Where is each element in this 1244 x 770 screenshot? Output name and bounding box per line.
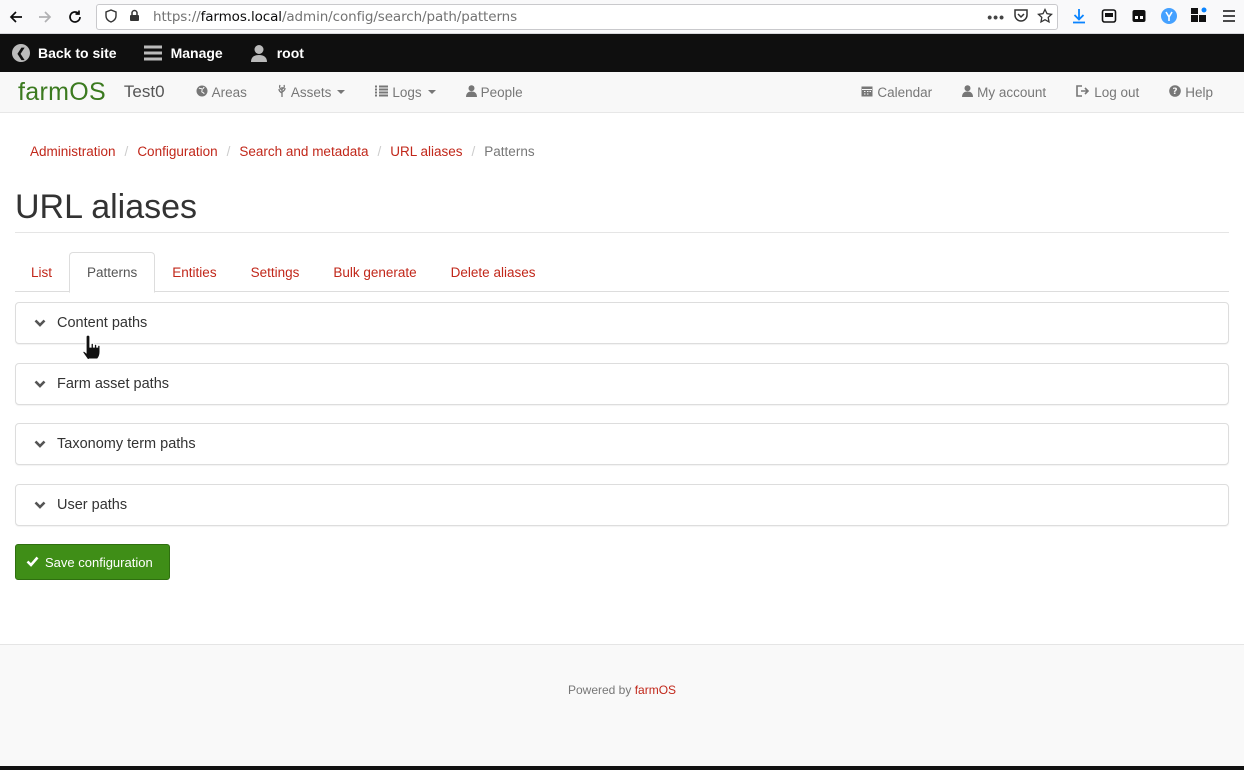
tab-bulk-generate[interactable]: Bulk generate (316, 252, 433, 292)
breadcrumb-search-and-metadata[interactable]: Search and metadata (239, 144, 368, 159)
url-text: https://farmos.local/admin/config/search… (153, 9, 518, 25)
nav-log-out-label: Log out (1094, 85, 1140, 100)
breadcrumb-configuration[interactable]: Configuration (137, 144, 217, 159)
globe-icon (196, 85, 208, 100)
nav-my-account[interactable]: My account (947, 72, 1061, 113)
breadcrumb-patterns: Patterns (484, 144, 535, 159)
breadcrumb-administration[interactable]: Administration (30, 144, 116, 159)
back-icon[interactable] (2, 3, 30, 31)
nav-people-label: People (480, 84, 523, 100)
reload-icon[interactable] (61, 3, 89, 31)
tab-list[interactable]: List (15, 252, 69, 292)
chevron-down-icon (33, 440, 47, 449)
save-configuration-button[interactable]: Save configuration (15, 544, 170, 580)
nav-areas[interactable]: Areas (181, 72, 262, 113)
tab-entities[interactable]: Entities (155, 252, 233, 292)
footer: Powered by farmOS (0, 644, 1244, 766)
panel-content-paths[interactable]: Content paths (15, 302, 1229, 344)
manage-menu[interactable]: Manage (131, 34, 237, 72)
panel-label: Taxonomy term paths (57, 436, 196, 452)
chevron-down-icon (33, 319, 47, 328)
calendar-icon (861, 85, 873, 100)
library-icon[interactable] (1098, 5, 1120, 27)
page-title: URL aliases (15, 188, 198, 226)
nav-help[interactable]: ? Help (1154, 72, 1228, 113)
tab-delete-aliases[interactable]: Delete aliases (434, 252, 553, 292)
more-icon[interactable]: ••• (987, 9, 1005, 25)
bookmark-star-icon[interactable] (1037, 7, 1053, 27)
svg-text:?: ? (1173, 87, 1178, 97)
chevron-down-icon (33, 501, 47, 510)
breadcrumb: Administration / Configuration / Search … (30, 144, 535, 159)
site-name[interactable]: Test0 (124, 82, 165, 102)
forward-icon[interactable] (31, 3, 59, 31)
breadcrumb-url-aliases[interactable]: URL aliases (390, 144, 462, 159)
nav-calendar-label: Calendar (877, 85, 933, 100)
breadcrumb-separator: / (226, 144, 231, 159)
browser-toolbar: https://farmos.local/admin/config/search… (0, 0, 1244, 34)
panel-label: Content paths (57, 315, 148, 331)
nav-logs[interactable]: Logs (360, 72, 450, 113)
footer-prefix: Powered by (567, 683, 632, 697)
addons-icon[interactable] (1188, 5, 1210, 27)
breadcrumb-separator: / (124, 144, 129, 159)
nav-logs-label: Logs (392, 84, 422, 100)
url-bar[interactable]: https://farmos.local/admin/config/search… (96, 4, 1058, 30)
save-button-label: Save configuration (45, 554, 153, 570)
main-navbar: farmOS Test0 Areas Assets Logs People Ca… (0, 72, 1244, 113)
footer-credit: Powered by farmOS (0, 683, 1244, 697)
chevron-down-icon (33, 380, 47, 389)
panel-taxonomy-term-paths[interactable]: Taxonomy term paths (15, 423, 1229, 465)
admin-toolbar: ❮ Back to site Manage root (0, 34, 1244, 72)
hand-cursor-icon (80, 332, 112, 366)
checkmark-icon (26, 555, 39, 570)
user-label: root (276, 45, 304, 61)
menu-icon[interactable] (1218, 5, 1240, 27)
nav-assets-label: Assets (290, 84, 332, 100)
footer-farmos-link[interactable]: farmOS (635, 683, 676, 697)
nav-my-account-label: My account (977, 85, 1047, 100)
person-icon (249, 44, 269, 62)
breadcrumb-separator: / (471, 144, 476, 159)
lock-icon[interactable] (129, 9, 141, 25)
nav-assets[interactable]: Assets (262, 72, 361, 113)
panel-user-paths[interactable]: User paths (15, 484, 1229, 526)
farmos-logo[interactable]: farmOS (18, 78, 106, 107)
user-icon (465, 84, 477, 100)
panel-label: Farm asset paths (57, 376, 170, 392)
pocket-icon[interactable] (1013, 8, 1029, 26)
tab-settings[interactable]: Settings (234, 252, 317, 292)
nav-calendar[interactable]: Calendar (846, 72, 947, 113)
nav-help-label: Help (1185, 85, 1213, 100)
nav-people[interactable]: People (451, 72, 538, 113)
logout-icon (1076, 85, 1090, 100)
back-to-site-link[interactable]: ❮ Back to site (0, 34, 131, 72)
user-icon (962, 85, 974, 100)
list-icon (375, 85, 389, 100)
panel-label: User paths (57, 497, 128, 513)
tab-bar: List Patterns Entities Settings Bulk gen… (15, 252, 1229, 293)
back-to-site-label: Back to site (38, 45, 117, 61)
bottom-edge (0, 766, 1244, 770)
panel-farm-asset-paths[interactable]: Farm asset paths (15, 363, 1229, 405)
user-menu[interactable]: root (237, 34, 318, 72)
nav-areas-label: Areas (211, 84, 247, 100)
help-icon: ? (1169, 85, 1182, 100)
nav-log-out[interactable]: Log out (1061, 72, 1154, 113)
manage-label: Manage (170, 45, 223, 61)
shield-icon[interactable] (105, 8, 119, 26)
title-divider (15, 232, 1229, 233)
caret-down-icon (427, 90, 436, 94)
caret-down-icon (337, 90, 346, 94)
tab-patterns[interactable]: Patterns (69, 252, 156, 293)
download-icon[interactable] (1068, 5, 1090, 27)
leaf-icon (277, 84, 287, 100)
breadcrumb-separator: / (377, 144, 382, 159)
container-icon[interactable] (1128, 5, 1150, 27)
back-arrow-icon: ❮ (12, 44, 30, 62)
extension-icon[interactable] (1158, 5, 1180, 27)
hamburger-icon (143, 44, 163, 62)
